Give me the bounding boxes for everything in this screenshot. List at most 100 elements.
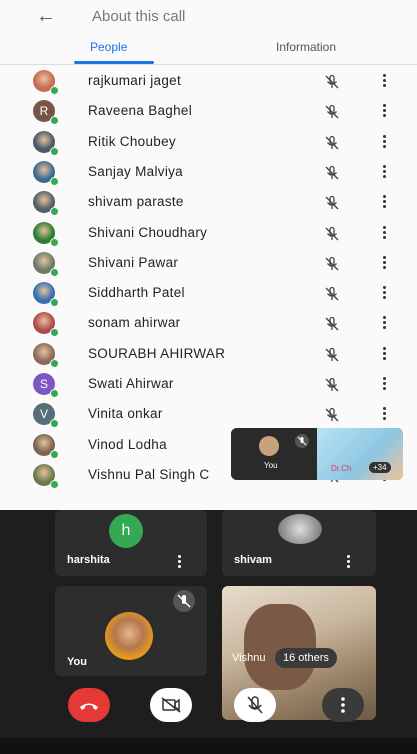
mic-toggle-button[interactable]: [234, 688, 276, 722]
mic-off-icon: [323, 406, 341, 424]
more-vert-icon[interactable]: [381, 72, 387, 90]
participant-row[interactable]: Ritik Choubey: [0, 127, 417, 157]
online-status-dot: [50, 479, 59, 489]
participant-row[interactable]: S Swati Ahirwar: [0, 369, 417, 399]
pip-self-label: You: [264, 461, 278, 470]
participant-name: Vinod Lodha: [88, 436, 167, 452]
more-vert-icon[interactable]: [381, 284, 387, 302]
active-tab-indicator: [74, 61, 154, 64]
mic-off-icon: [173, 590, 195, 612]
mic-off-icon: [323, 255, 341, 273]
more-vert-icon[interactable]: [381, 102, 387, 120]
mic-off-icon: [323, 164, 341, 182]
participant-row[interactable]: shivam paraste: [0, 187, 417, 217]
mic-off-icon: [323, 346, 341, 364]
participant-name: Raveena Baghel: [88, 103, 193, 119]
more-vert-icon[interactable]: [381, 224, 387, 242]
participant-name: Ritik Choubey: [88, 133, 176, 149]
participant-row[interactable]: Shivani Choudhary: [0, 218, 417, 248]
page-title: About this call: [92, 8, 186, 25]
mic-off-icon: [323, 376, 341, 394]
participant-name: Vinita onkar: [88, 406, 163, 422]
participant-name: SOURABH AHIRWAR: [88, 345, 226, 361]
online-status-dot: [50, 419, 59, 429]
participant-name: Shivani Choudhary: [88, 224, 208, 240]
tab-people[interactable]: People: [90, 40, 127, 54]
participant-row[interactable]: Sanjay Malviya: [0, 157, 417, 187]
online-status-dot: [50, 389, 59, 398]
mic-off-icon: [247, 696, 263, 714]
avatar: [259, 436, 279, 456]
online-status-dot: [50, 86, 59, 95]
participant-name: sonam ahirwar: [88, 315, 181, 331]
participant-name: Siddharth Patel: [88, 285, 185, 301]
participant-tile-shivam[interactable]: shivam: [222, 510, 376, 576]
online-status-dot: [50, 146, 59, 156]
more-vert-icon: [341, 697, 345, 713]
more-options-button[interactable]: [322, 688, 364, 722]
more-vert-icon[interactable]: [381, 405, 387, 423]
pip-participant-count: +34: [369, 462, 391, 473]
online-status-dot: [50, 207, 59, 217]
more-vert-icon[interactable]: [381, 163, 387, 181]
arrow-back-icon[interactable]: ←: [36, 6, 58, 26]
more-vert-icon[interactable]: [381, 193, 387, 211]
avatar: [278, 514, 322, 544]
online-status-dot: [50, 358, 59, 368]
participant-name: Vishnu Pal Singh C: [88, 466, 210, 482]
pip-self-view: You: [231, 428, 317, 480]
tab-bar: People Information: [0, 34, 417, 65]
participant-row[interactable]: rajkumari jaget: [0, 66, 417, 96]
participant-row[interactable]: Shivani Pawar: [0, 248, 417, 278]
participant-name: rajkumari jaget: [88, 73, 182, 88]
participant-tile-harshita[interactable]: h harshita: [55, 510, 207, 576]
online-status-dot: [50, 176, 59, 186]
others-badge[interactable]: 16 others: [275, 648, 337, 668]
avatar: h: [109, 514, 143, 548]
participant-row[interactable]: V Vinita onkar: [0, 399, 417, 429]
tile-name: Vishnu: [232, 652, 266, 664]
mic-off-icon: [323, 73, 341, 91]
participant-row[interactable]: Siddharth Patel: [0, 278, 417, 308]
participant-row[interactable]: R Raveena Baghel: [0, 96, 417, 126]
online-status-dot: [50, 237, 59, 247]
about-call-panel: ← About this call People Information raj…: [0, 0, 417, 510]
more-vert-icon[interactable]: [381, 345, 387, 363]
mic-off-icon: [323, 103, 341, 121]
pip-shared-screen: [317, 428, 403, 480]
system-nav-bar: [0, 738, 417, 754]
online-status-dot: [50, 449, 59, 459]
more-vert-icon[interactable]: [381, 133, 387, 151]
mic-off-icon: [295, 434, 309, 448]
mic-off-icon: [323, 194, 341, 212]
online-status-dot: [50, 328, 59, 338]
online-status-dot: [50, 116, 59, 126]
tile-name: You: [67, 656, 87, 668]
more-vert-icon[interactable]: [177, 554, 181, 568]
more-vert-icon[interactable]: [381, 254, 387, 272]
videocam-off-icon: [161, 697, 181, 713]
participant-name: shivam paraste: [88, 194, 184, 210]
participant-name: Shivani Pawar: [88, 254, 179, 270]
participant-row[interactable]: sonam ahirwar: [0, 308, 417, 338]
participant-row[interactable]: SOURABH AHIRWAR: [0, 339, 417, 369]
more-vert-icon[interactable]: [381, 375, 387, 393]
call-grid: h harshita shivam You Vishnu 16 others: [0, 510, 417, 754]
picture-in-picture[interactable]: You Dr.Ch +34: [231, 428, 403, 480]
mic-off-icon: [323, 134, 341, 152]
app-bar: ← About this call: [0, 0, 417, 34]
participant-name: Swati Ahirwar: [88, 376, 174, 391]
tile-name: shivam: [234, 554, 272, 566]
camera-toggle-button[interactable]: [150, 688, 192, 722]
tab-information[interactable]: Information: [276, 40, 336, 54]
mic-off-icon: [323, 225, 341, 243]
more-vert-icon[interactable]: [346, 554, 350, 568]
end-call-button[interactable]: [68, 688, 110, 722]
mic-off-icon: [323, 285, 341, 303]
online-status-dot: [50, 267, 59, 277]
participant-video: [244, 604, 316, 690]
participant-tile-you[interactable]: You: [55, 586, 207, 676]
tile-name: harshita: [67, 554, 110, 566]
more-vert-icon[interactable]: [381, 314, 387, 332]
pip-share-text: Dr.Ch: [331, 464, 352, 473]
